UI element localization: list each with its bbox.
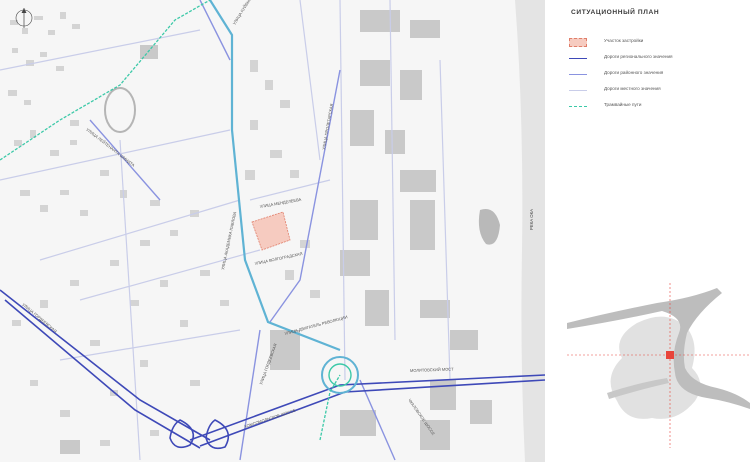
legend-item-local-road: Дороги местного значения (569, 84, 749, 100)
minimap-site-marker (666, 351, 674, 359)
legend-item-tram: Трамвайные пути (569, 100, 749, 116)
legend-item-site: Участок застройки (569, 36, 749, 52)
city-map[interactable]: УЛИЦА КУЙБЫШЕВА УЛИЦА МЕНДЕЛЕЕВА УЛИЦА А… (0, 0, 546, 462)
legend-label: Дороги регионального значения (604, 54, 673, 59)
local-road-swatch (569, 90, 587, 91)
legend-label: Трамвайные пути (604, 102, 642, 107)
minimap-canvas (567, 283, 750, 448)
panel-title: СИТУАЦИОННЫЙ ПЛАН (571, 9, 660, 16)
location-minimap (567, 283, 750, 448)
regional-road-swatch (569, 58, 587, 59)
legend-label: Участок застройки (604, 38, 644, 43)
map-canvas: УЛИЦА КУЙБЫШЕВА УЛИЦА МЕНДЕЛЕЕВА УЛИЦА А… (0, 0, 546, 462)
legend: Участок застройки Дороги регионального з… (569, 36, 749, 116)
district-road-swatch (569, 74, 587, 75)
legend-label: Дороги местного значения (604, 86, 661, 91)
situation-plan: УЛИЦА КУЙБЫШЕВА УЛИЦА МЕНДЕЛЕЕВА УЛИЦА А… (0, 0, 752, 462)
legend-label: Дороги районного значения (604, 70, 664, 75)
site-swatch (569, 38, 587, 47)
legend-panel: СИТУАЦИОННЫЙ ПЛАН Участок застройки Доро… (545, 0, 752, 462)
river-label: РЕКА ОКА (529, 209, 534, 230)
legend-item-regional-road: Дороги регионального значения (569, 52, 749, 68)
tram-swatch (569, 106, 587, 107)
legend-item-district-road: Дороги районного значения (569, 68, 749, 84)
